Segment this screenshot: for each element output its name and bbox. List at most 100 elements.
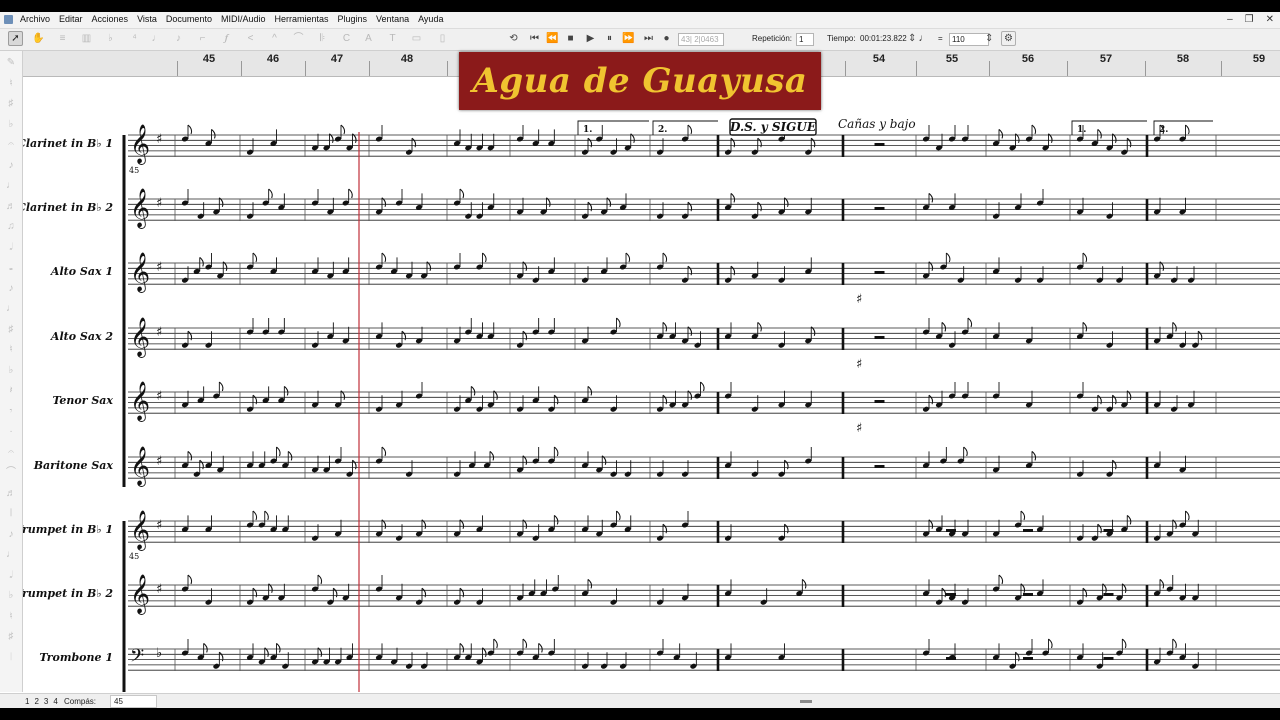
palette-quarter-rest-icon[interactable]: 𝄽: [5, 385, 17, 397]
menu-vista[interactable]: Vista: [137, 14, 157, 24]
tempo-equals: =: [938, 34, 943, 43]
play-icon[interactable]: ▶: [584, 32, 597, 45]
time-tool-icon[interactable]: ⁴: [128, 32, 141, 45]
ruler-measure-45[interactable]: 45: [203, 53, 215, 65]
palette-eighth-rest-icon[interactable]: 𝄾: [5, 406, 17, 418]
palette-half2-icon[interactable]: 𝅗𝅥: [5, 570, 17, 582]
palette-pencil-icon[interactable]: ✎: [5, 57, 17, 69]
palette-flat-icon[interactable]: ♭: [5, 119, 17, 131]
ruler-measure-57[interactable]: 57: [1100, 53, 1112, 65]
page-4[interactable]: 4: [53, 697, 57, 706]
palette-flat2-icon[interactable]: ♭: [5, 365, 17, 377]
sharp-icon: ♯: [856, 357, 862, 372]
fast-back-icon[interactable]: ⏪: [546, 32, 559, 45]
horizontal-scroll-thumb[interactable]: [800, 700, 812, 703]
settings-gear-icon[interactable]: ⚙: [1001, 31, 1016, 46]
text-tool-icon[interactable]: T: [386, 32, 399, 45]
palette-sharp-icon[interactable]: ♯: [5, 98, 17, 110]
stop-icon[interactable]: ■: [564, 32, 577, 45]
palette-barline-icon[interactable]: 𝄁: [5, 508, 17, 520]
back-to-start-icon[interactable]: ⏮: [528, 32, 541, 45]
measure-tool-icon[interactable]: ▥: [80, 32, 93, 45]
palette-beamed3-icon[interactable]: ♬: [5, 488, 17, 500]
page-3[interactable]: 3: [44, 697, 48, 706]
ruler-measure-48[interactable]: 48: [401, 53, 413, 65]
ruler-measure-56[interactable]: 56: [1022, 53, 1034, 65]
menu-ventana[interactable]: Ventana: [376, 14, 409, 24]
key-tool-icon[interactable]: ♭: [104, 32, 117, 45]
repeat-tool-icon[interactable]: 𝄆: [316, 32, 329, 45]
rewind-icon[interactable]: ⟲: [507, 32, 520, 45]
note-flag: [616, 510, 621, 521]
palette-flat3-icon[interactable]: ♭: [5, 590, 17, 602]
score-canvas[interactable]: Clarinet in B♭ 1 𝄞 ♯ Clarinet in B♭ 2 𝄞 ♯ Alto…: [23, 77, 1280, 692]
lyrics-tool-icon[interactable]: A: [362, 32, 375, 45]
dynamics-tool-icon[interactable]: 𝆑: [220, 32, 233, 45]
hand-tool-icon[interactable]: ✋: [32, 32, 45, 45]
key-signature: ♯: [156, 454, 162, 469]
staff-tool-icon[interactable]: ≡: [56, 32, 69, 45]
ruler-measure-58[interactable]: 58: [1177, 53, 1189, 65]
menu-ayuda[interactable]: Ayuda: [418, 14, 443, 24]
palette-half-icon[interactable]: 𝅗𝅥: [5, 242, 17, 254]
minimize-icon[interactable]: –: [1227, 14, 1233, 25]
fast-forward-icon[interactable]: ⏩: [622, 32, 635, 45]
note-flag: [1185, 510, 1190, 521]
menu-documento[interactable]: Documento: [166, 14, 212, 24]
tuplet-tool-icon[interactable]: ⌐: [196, 32, 209, 45]
repeat-field[interactable]: 1: [796, 33, 814, 46]
palette-sharp3-icon[interactable]: ♯: [5, 631, 17, 643]
bar-field[interactable]: 45: [110, 695, 157, 708]
selection-tool-icon[interactable]: ➚: [8, 31, 23, 46]
record-icon[interactable]: ●: [660, 32, 673, 45]
palette-natural3-icon[interactable]: ♮: [5, 611, 17, 623]
palette-natural-icon[interactable]: ♮: [5, 78, 17, 90]
palette-eighth-icon[interactable]: ♪: [5, 160, 17, 172]
palette-beamed-icon[interactable]: ♬: [5, 201, 17, 213]
page-2[interactable]: 2: [34, 697, 38, 706]
ruler-separator: [305, 61, 306, 76]
close-icon[interactable]: ✕: [1266, 14, 1274, 25]
go-to-end-icon[interactable]: ⏭: [642, 32, 655, 45]
menu-acciones[interactable]: Acciones: [92, 14, 129, 24]
palette-quarter2-icon[interactable]: ♩: [5, 303, 17, 315]
ruler-measure-46[interactable]: 46: [267, 53, 279, 65]
eighth-note-icon[interactable]: ♪: [172, 32, 185, 45]
menu-herramientas[interactable]: Herramientas: [274, 14, 328, 24]
pause-icon[interactable]: ⏸: [603, 32, 616, 45]
palette-sharp2-icon[interactable]: ♯: [5, 324, 17, 336]
graphics-tool-icon[interactable]: ▭: [410, 32, 423, 45]
chord-tool-icon[interactable]: C: [340, 32, 353, 45]
palette-whole-icon[interactable]: 𝅝: [5, 262, 17, 274]
palette-tie-icon[interactable]: ⌒: [5, 467, 17, 479]
menu-archivo[interactable]: Archivo: [20, 14, 50, 24]
restore-icon[interactable]: ❐: [1245, 14, 1254, 25]
palette-beamed2-icon[interactable]: ♫: [5, 221, 17, 233]
tempo-stepper-icon[interactable]: ⇕: [985, 32, 993, 45]
palette-natural2-icon[interactable]: ♮: [5, 344, 17, 356]
ruler-measure-54[interactable]: 54: [873, 53, 885, 65]
menu-editar[interactable]: Editar: [59, 14, 83, 24]
palette-eighth3-icon[interactable]: ♪: [5, 529, 17, 541]
ruler-measure-59[interactable]: 59: [1253, 53, 1265, 65]
time-stepper-icon[interactable]: ⇕: [908, 32, 916, 45]
page-1[interactable]: 1: [25, 697, 29, 706]
menu-plugins[interactable]: Plugins: [338, 14, 368, 24]
palette-dot-icon[interactable]: ∙: [5, 426, 17, 438]
palette-barline2-icon[interactable]: 𝄀: [5, 652, 17, 664]
palette-quarter3-icon[interactable]: ♩: [5, 549, 17, 561]
ruler-measure-47[interactable]: 47: [331, 53, 343, 65]
note-tool-icon[interactable]: ♩: [150, 32, 163, 45]
palette-eighth2-icon[interactable]: ♪: [5, 283, 17, 295]
palette-quarter-icon[interactable]: ♩: [5, 180, 17, 192]
articulation-tool-icon[interactable]: ^: [268, 32, 281, 45]
page-layout-icon[interactable]: ▯: [436, 32, 449, 45]
instrument-label: Alto Sax 2: [50, 330, 113, 343]
palette-fermata2-icon[interactable]: 𝄐: [5, 447, 17, 459]
tempo-field[interactable]: 110: [949, 33, 989, 46]
menu-midi-audio[interactable]: MIDI/Audio: [221, 14, 266, 24]
hairpin-tool-icon[interactable]: <: [244, 32, 257, 45]
palette-fermata-icon[interactable]: 𝄐: [5, 139, 17, 151]
smart-shape-icon[interactable]: ⌒: [292, 32, 305, 45]
ruler-measure-55[interactable]: 55: [946, 53, 958, 65]
